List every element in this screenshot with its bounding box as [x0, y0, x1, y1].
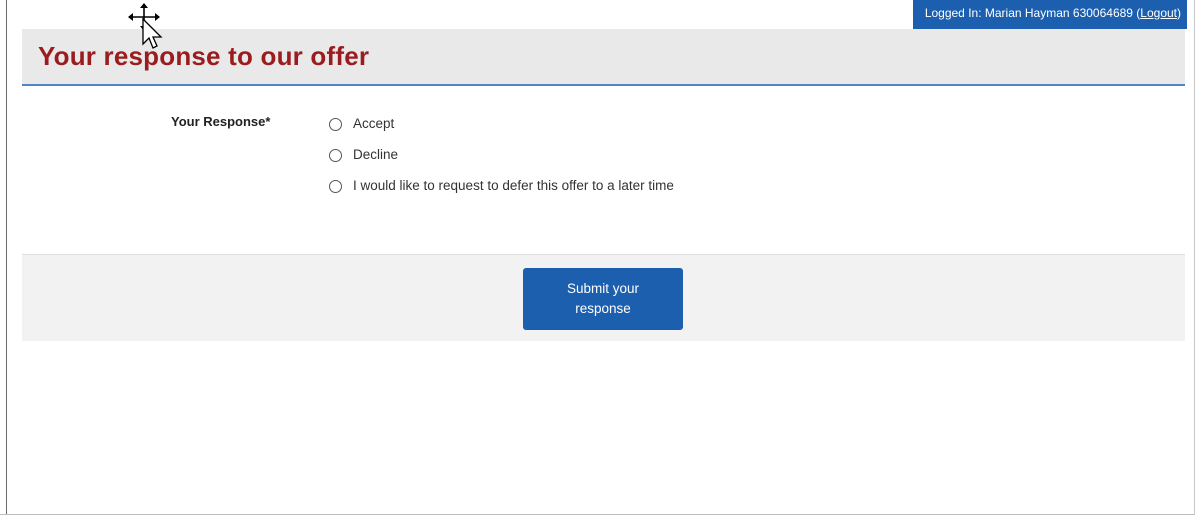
login-status-text: Logged In: Marian Hayman 630064689 (	[924, 6, 1141, 20]
form-action-bar: Submit your response	[22, 254, 1185, 341]
login-status-close-paren: )	[1177, 6, 1181, 20]
page-title: Your response to our offer	[38, 41, 370, 71]
page-header: Your response to our offer	[22, 29, 1185, 86]
submit-response-button[interactable]: Submit your response	[523, 268, 683, 330]
window-left-border	[6, 0, 7, 515]
move-cursor-icon	[128, 3, 163, 49]
login-status-bar: Logged In: Marian Hayman 630064689 (Logo…	[912, 0, 1187, 29]
logout-link[interactable]: Logout	[1140, 6, 1177, 20]
radio-option-decline[interactable]: Decline	[329, 146, 398, 165]
radio-defer-label: I would like to request to defer this of…	[353, 178, 674, 193]
radio-accept-label: Accept	[353, 116, 395, 131]
response-field-label: Your Response*	[171, 114, 271, 129]
radio-accept-button[interactable]	[329, 118, 342, 131]
radio-option-defer[interactable]: I would like to request to defer this of…	[329, 177, 683, 196]
radio-option-accept[interactable]: Accept	[329, 115, 394, 134]
radio-decline-button[interactable]	[329, 149, 342, 162]
response-form: Your Response* Accept Decline I would li…	[22, 100, 1185, 250]
radio-decline-label: Decline	[353, 147, 399, 162]
radio-defer-button[interactable]	[329, 180, 342, 193]
